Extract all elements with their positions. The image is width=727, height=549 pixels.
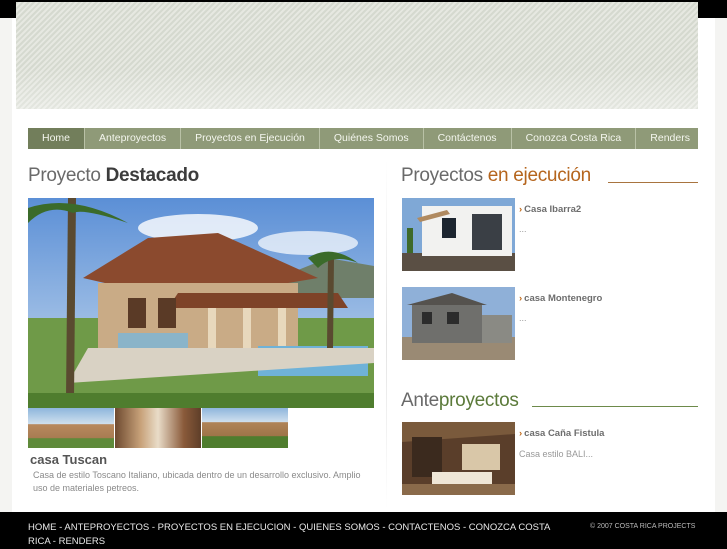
featured-project-description: Casa de estilo Toscano Italiano, ubicada…: [33, 470, 361, 493]
cana-fistula-link[interactable]: › casa Caña Fistula: [519, 428, 604, 439]
ante-rule: [532, 406, 698, 407]
thumbnail-3[interactable]: [202, 408, 288, 448]
arrow-right-icon: ›: [519, 204, 523, 215]
nav-renders[interactable]: Renders: [636, 128, 704, 149]
featured-title: Proyecto Destacado: [28, 165, 199, 187]
featured-render-image[interactable]: [28, 198, 374, 408]
nav-anteproyectos[interactable]: Anteproyectos: [85, 128, 182, 149]
arrow-right-icon: ›: [519, 293, 523, 304]
ante-title: Anteproyectos: [401, 390, 519, 412]
arrow-right-icon: ›: [519, 428, 523, 439]
cana-fistula-label: casa Caña Fistula: [524, 428, 605, 439]
featured-title-bold: Destacado: [105, 165, 200, 186]
montenegro-link[interactable]: › casa Montenegro: [519, 293, 602, 304]
ante-title-bold: proyectos: [438, 390, 519, 411]
nav-proyectos-ejecucion[interactable]: Proyectos en Ejecución: [181, 128, 320, 149]
column-divider: [386, 160, 387, 510]
featured-project-name[interactable]: casa Tuscan: [30, 452, 107, 467]
nav-conozca-costa-rica[interactable]: Conozca Costa Rica: [512, 128, 637, 149]
copyright: © 2007 COSTA RICA PROJECTS: [590, 523, 696, 530]
nav-quienes-somos[interactable]: Quiénes Somos: [320, 128, 424, 149]
ejecucion-title-light: Proyectos: [401, 165, 488, 186]
ejecucion-title-bold: en ejecución: [487, 165, 591, 186]
cana-fistula-photo[interactable]: [402, 422, 515, 495]
featured-title-light: Proyecto: [28, 165, 106, 186]
ibarra2-sub: ...: [519, 224, 527, 234]
ibarra2-photo[interactable]: [402, 198, 515, 271]
nav-contactenos[interactable]: Contáctenos: [424, 128, 512, 149]
cana-fistula-sub: Casa estilo BALI...: [519, 449, 594, 459]
ejecucion-title: Proyectos en ejecución: [401, 165, 591, 187]
montenegro-photo[interactable]: [402, 287, 515, 360]
header-banner: [16, 2, 698, 109]
ibarra2-link[interactable]: › Casa Ibarra2: [519, 204, 581, 215]
ejecucion-rule: [608, 182, 698, 183]
featured-thumbnails: [28, 408, 289, 448]
main-nav: Home Anteproyectos Proyectos en Ejecució…: [28, 124, 698, 149]
montenegro-sub: ...: [519, 313, 527, 323]
montenegro-label: casa Montenegro: [524, 293, 603, 304]
thumbnail-2[interactable]: [115, 408, 201, 448]
ante-title-light: Ante: [401, 390, 439, 411]
ibarra2-label: Casa Ibarra2: [524, 204, 582, 215]
nav-home[interactable]: Home: [28, 124, 86, 149]
thumbnail-1[interactable]: [28, 408, 114, 448]
